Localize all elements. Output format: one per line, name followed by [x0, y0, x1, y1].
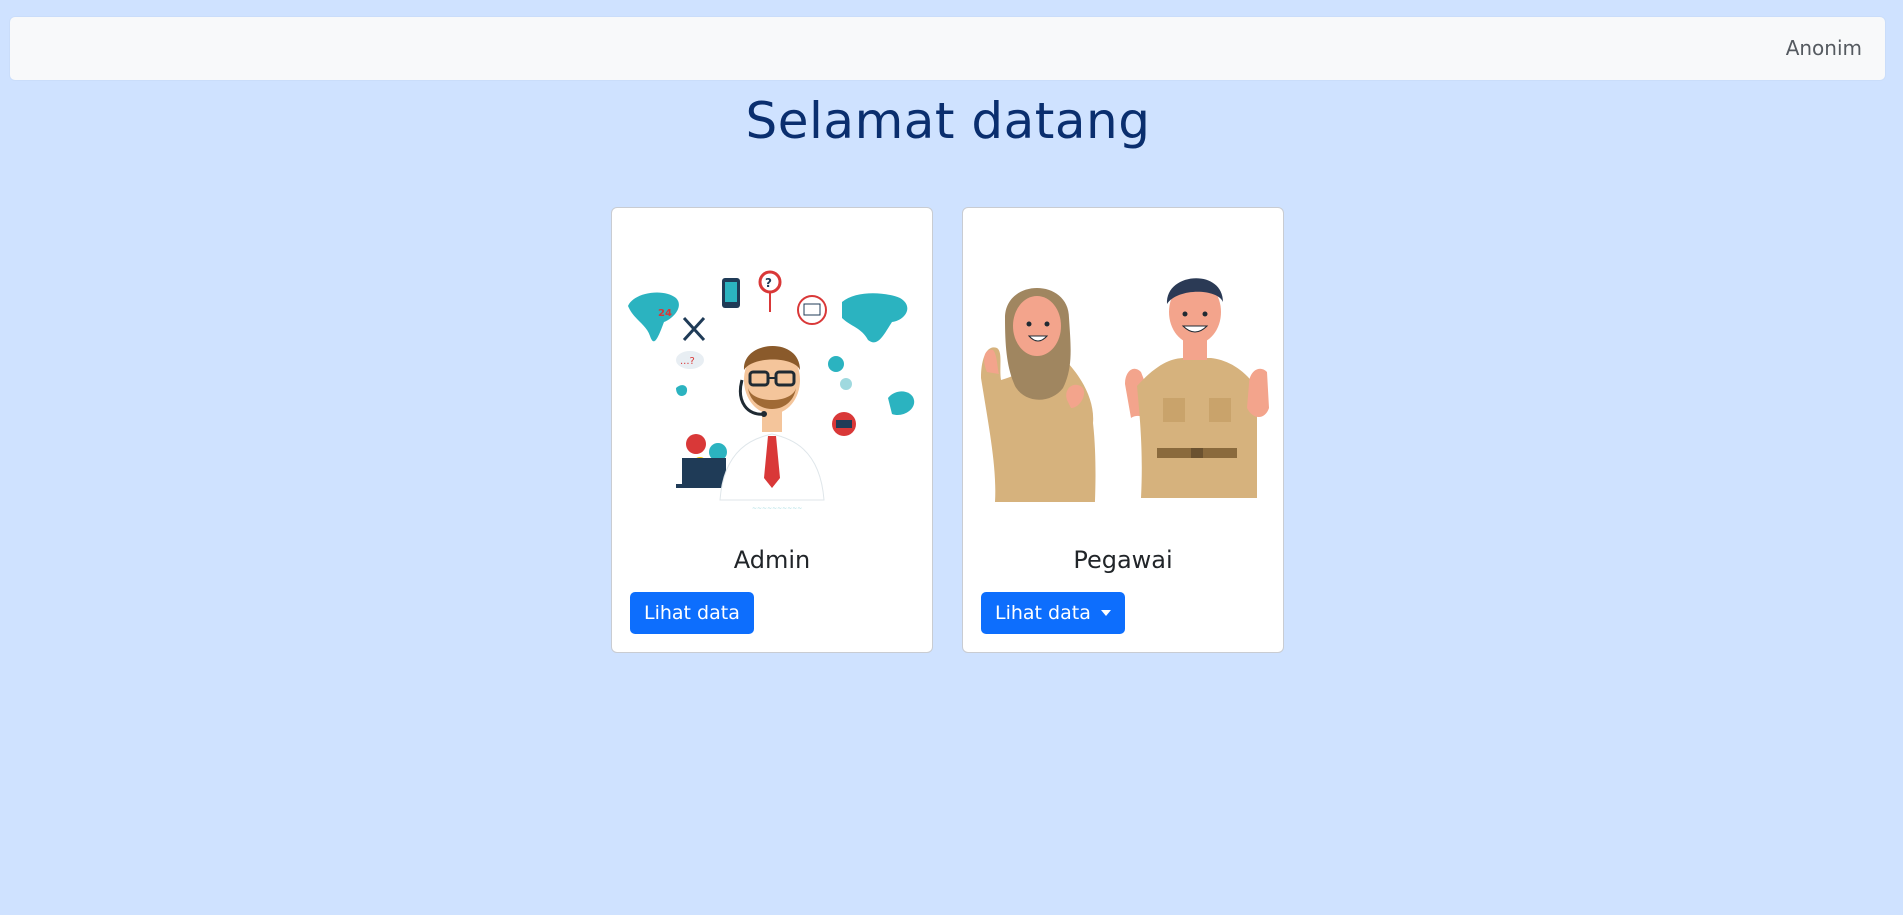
page-title: Selamat datang	[745, 92, 1151, 150]
svg-text:~~~~~~~~~~: ~~~~~~~~~~	[752, 505, 802, 512]
svg-text:...?: ...?	[680, 356, 695, 367]
caret-down-icon	[1100, 610, 1111, 616]
svg-text:24: 24	[658, 308, 672, 319]
pegawai-view-data-dropdown-button[interactable]: Lihat data	[981, 592, 1125, 634]
admin-view-data-button[interactable]: Lihat data	[630, 592, 754, 634]
top-navbar: Anonim	[10, 17, 1885, 80]
button-label: Lihat data	[644, 602, 740, 624]
svg-text:?: ?	[765, 276, 772, 290]
card-title-admin: Admin	[733, 546, 811, 574]
customer-support-illustration: ? 24 ...? ~~~~~~~~~~	[628, 270, 915, 512]
pegawai-card: Pegawai Lihat data	[962, 207, 1284, 653]
employees-illustration	[981, 278, 1269, 502]
admin-card: ? 24 ...? ~~~~~~~~~~ Admin Lihat data	[611, 207, 933, 653]
card-title-pegawai: Pegawai	[1073, 546, 1173, 574]
button-label: Lihat data	[995, 602, 1091, 624]
user-menu[interactable]: Anonim	[1786, 17, 1862, 80]
